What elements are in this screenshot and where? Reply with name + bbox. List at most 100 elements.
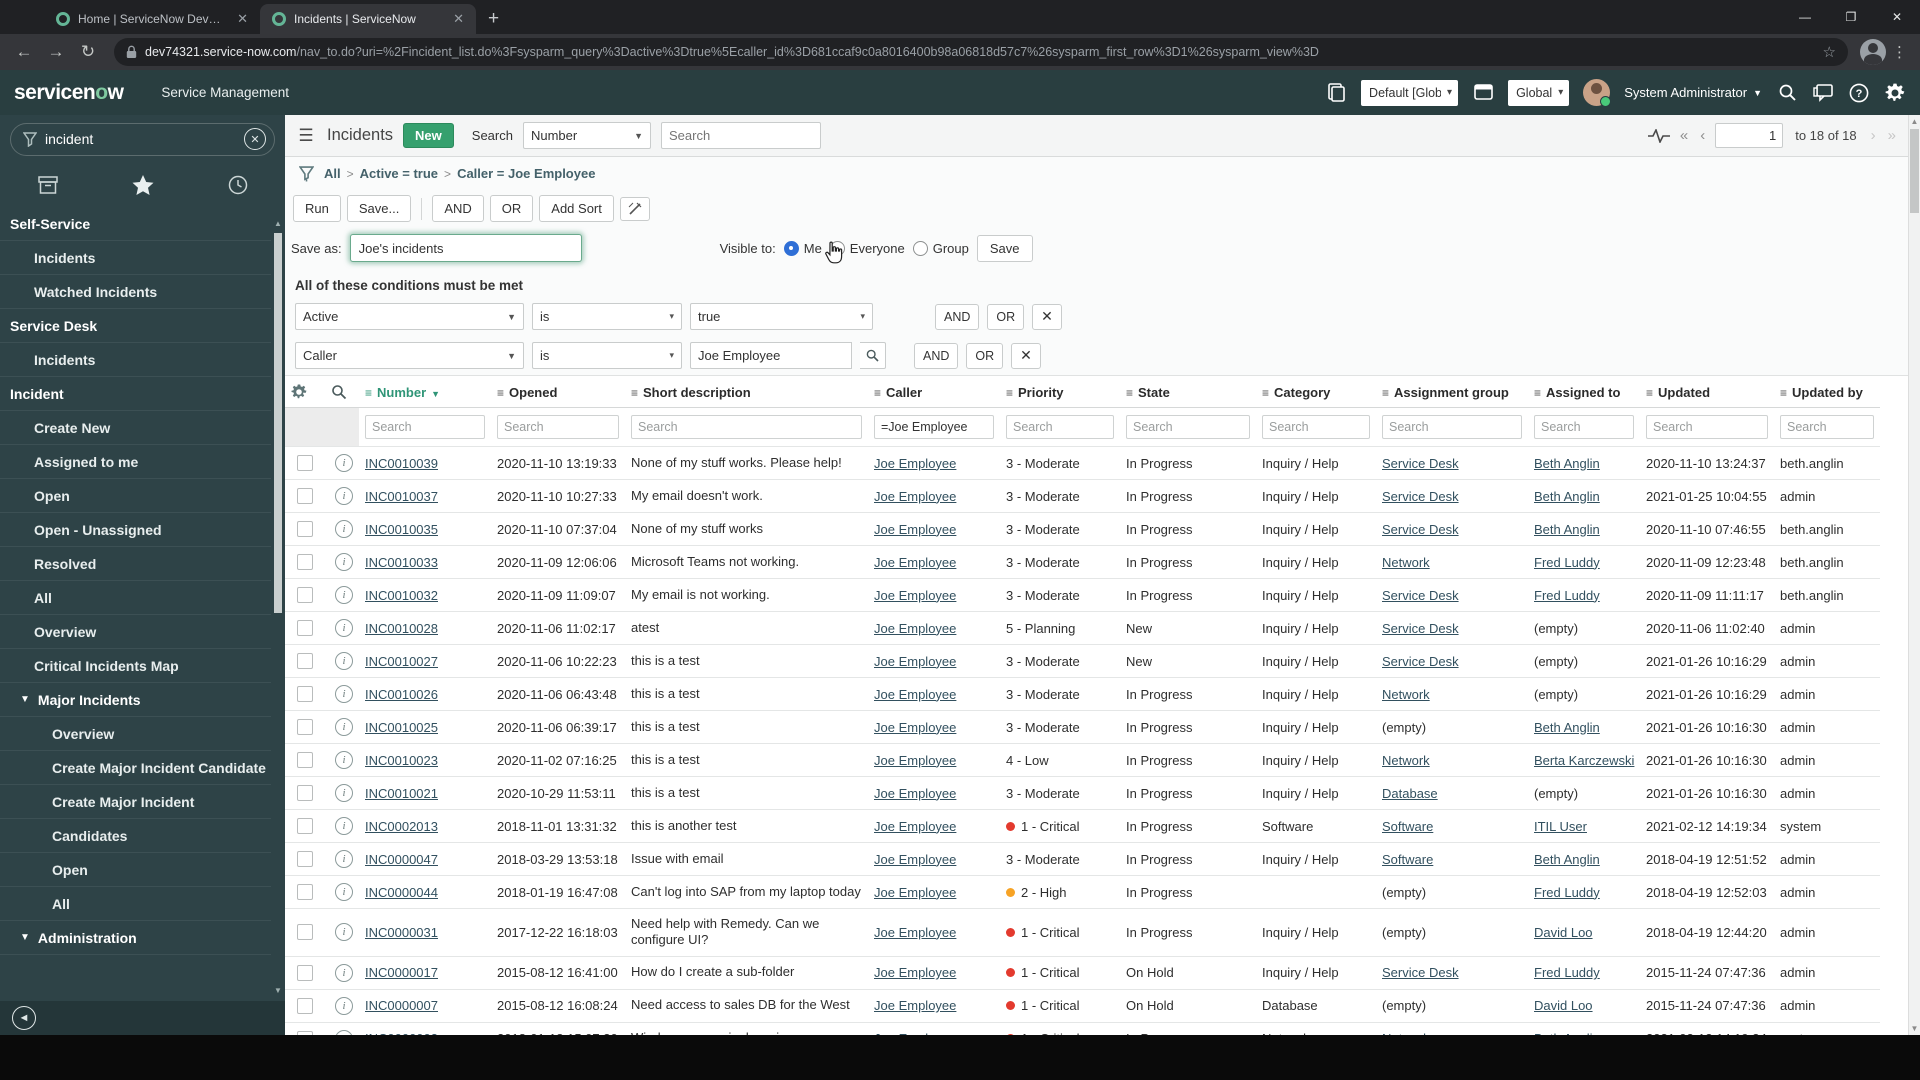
row-number-input[interactable]	[1715, 123, 1784, 148]
assignment-group-link[interactable]: Service Desk	[1382, 654, 1459, 669]
caller-link[interactable]: Joe Employee	[874, 588, 956, 603]
row-checkbox[interactable]	[297, 785, 313, 801]
column-search-input-updated-by[interactable]	[1780, 415, 1874, 439]
caller-link[interactable]: Joe Employee	[874, 555, 956, 570]
sidebar-header-self-service[interactable]: Self-Service	[0, 207, 271, 241]
browser-tab-incidents[interactable]: Incidents | ServiceNow ✕	[260, 4, 476, 34]
row-info-icon[interactable]: i	[335, 619, 353, 637]
column-header-number[interactable]: ≡ Number ▼	[359, 376, 491, 408]
condition-and-button[interactable]: AND	[914, 342, 959, 369]
list-search-input[interactable]	[660, 122, 821, 149]
row-checkbox[interactable]	[297, 554, 313, 570]
navigator-filter-input[interactable]	[45, 131, 236, 147]
number-link[interactable]: INC0010039	[365, 456, 438, 471]
caller-link[interactable]: Joe Employee	[874, 925, 956, 940]
condition-field-select[interactable]: Active ▼	[295, 303, 524, 330]
number-link[interactable]: INC0010025	[365, 720, 438, 735]
row-checkbox[interactable]	[297, 1030, 313, 1035]
column-header-updated-by[interactable]: ≡ Updated by	[1774, 376, 1880, 408]
column-header-category[interactable]: ≡ Category	[1256, 376, 1376, 408]
number-link[interactable]: INC0000047	[365, 852, 438, 867]
column-search-input-state[interactable]	[1126, 415, 1250, 439]
row-info-icon[interactable]: i	[335, 685, 353, 703]
next-page-icon[interactable]: ›	[1869, 127, 1878, 144]
assigned-to-link[interactable]: Beth Anglin	[1534, 852, 1600, 867]
number-link[interactable]: INC0000044	[365, 885, 438, 900]
caller-link[interactable]: Joe Employee	[874, 456, 956, 471]
sidebar-item-watched-incidents[interactable]: Watched Incidents	[0, 275, 271, 309]
assignment-group-link[interactable]: Service Desk	[1382, 621, 1459, 636]
row-checkbox[interactable]	[297, 964, 313, 981]
sidebar-subitem-candidates[interactable]: Candidates	[0, 819, 271, 853]
condition-field-select[interactable]: Caller ▼	[295, 342, 524, 369]
column-header-priority[interactable]: ≡ Priority	[1000, 376, 1120, 408]
scroll-up-icon[interactable]: ▲	[273, 219, 283, 228]
add-sort-button[interactable]: Add Sort	[539, 195, 614, 222]
column-header-short-description[interactable]: ≡ Short description	[625, 376, 868, 408]
all-applications-tab[interactable]	[0, 176, 95, 194]
radio-group[interactable]	[912, 240, 928, 256]
list-context-menu-icon[interactable]: ☰	[295, 126, 317, 146]
condition-and-button[interactable]: AND	[935, 303, 980, 330]
caller-link[interactable]: Joe Employee	[874, 489, 956, 504]
caller-link[interactable]: Joe Employee	[874, 965, 956, 980]
column-menu-icon[interactable]: ≡	[1126, 386, 1133, 400]
column-header-state[interactable]: ≡ State	[1120, 376, 1256, 408]
row-checkbox[interactable]	[297, 884, 313, 900]
column-menu-icon[interactable]: ≡	[1006, 386, 1013, 400]
browser-profile-avatar[interactable]	[1860, 39, 1886, 65]
row-checkbox[interactable]	[297, 818, 313, 834]
scroll-down-icon[interactable]: ▼	[1909, 1024, 1920, 1033]
sidebar-scroll-thumb[interactable]	[274, 233, 282, 613]
filter-funnel-icon[interactable]	[299, 165, 314, 182]
number-link[interactable]: INC0000017	[365, 965, 438, 980]
new-tab-button[interactable]: +	[488, 8, 499, 30]
assignment-group-link[interactable]: Network	[1382, 753, 1430, 768]
row-checkbox[interactable]	[297, 997, 313, 1014]
caller-link[interactable]: Joe Employee	[874, 786, 956, 801]
tab-close-icon[interactable]: ✕	[451, 11, 466, 27]
row-checkbox[interactable]	[297, 653, 313, 669]
assigned-to-link[interactable]: Beth Anglin	[1534, 720, 1600, 735]
caller-link[interactable]: Joe Employee	[874, 998, 956, 1013]
column-header-opened[interactable]: ≡ Opened	[491, 376, 625, 408]
application-picker[interactable]: Global ▾	[1508, 79, 1570, 106]
visible-to-group-option[interactable]: Group	[912, 240, 969, 256]
connect-chat-icon[interactable]	[1812, 82, 1834, 104]
condition-value-input[interactable]	[690, 342, 852, 369]
column-search-input-assigned-to[interactable]	[1534, 415, 1634, 439]
condition-value-select[interactable]: true ▾	[690, 303, 873, 330]
first-page-icon[interactable]: «	[1678, 127, 1690, 144]
row-checkbox[interactable]	[297, 521, 313, 537]
radio-me[interactable]	[783, 240, 799, 256]
sidebar-item-overview[interactable]: Overview	[0, 615, 271, 649]
row-checkbox[interactable]	[297, 752, 313, 768]
assignment-group-link[interactable]: Software	[1382, 819, 1433, 834]
column-header-caller[interactable]: ≡ Caller	[868, 376, 1000, 408]
window-close-button[interactable]: ✕	[1874, 0, 1920, 34]
column-menu-icon[interactable]: ≡	[1262, 386, 1269, 400]
assigned-to-link[interactable]: Fred Luddy	[1534, 965, 1600, 980]
caller-link[interactable]: Joe Employee	[874, 654, 956, 669]
assignment-group-link[interactable]: Service Desk	[1382, 588, 1459, 603]
save-as-input[interactable]	[349, 234, 582, 262]
sidebar-header-incident[interactable]: Incident	[0, 377, 271, 411]
assignment-group-link[interactable]: Database	[1382, 786, 1438, 801]
forward-icon[interactable]: →	[42, 38, 70, 66]
scroll-down-icon[interactable]: ▼	[273, 986, 283, 995]
row-info-icon[interactable]: i	[335, 586, 353, 604]
new-record-button[interactable]: New	[403, 123, 454, 148]
last-page-icon[interactable]: »	[1886, 127, 1898, 144]
content-scrollbar[interactable]: ▲ ▼	[1908, 115, 1920, 1035]
row-info-icon[interactable]: i	[335, 487, 353, 505]
caller-link[interactable]: Joe Employee	[874, 852, 956, 867]
browser-menu-icon[interactable]: ⋮	[1890, 43, 1910, 61]
number-link[interactable]: INC0010027	[365, 654, 438, 669]
breadcrumb-link-active-true[interactable]: Active = true	[360, 166, 438, 181]
row-info-icon[interactable]: i	[335, 553, 353, 571]
assignment-group-link[interactable]: Service Desk	[1382, 965, 1459, 980]
column-menu-icon[interactable]: ≡	[631, 386, 638, 400]
row-info-icon[interactable]: i	[335, 454, 353, 472]
column-search-input-number[interactable]	[365, 415, 485, 439]
and-condition-button[interactable]: AND	[432, 195, 484, 222]
